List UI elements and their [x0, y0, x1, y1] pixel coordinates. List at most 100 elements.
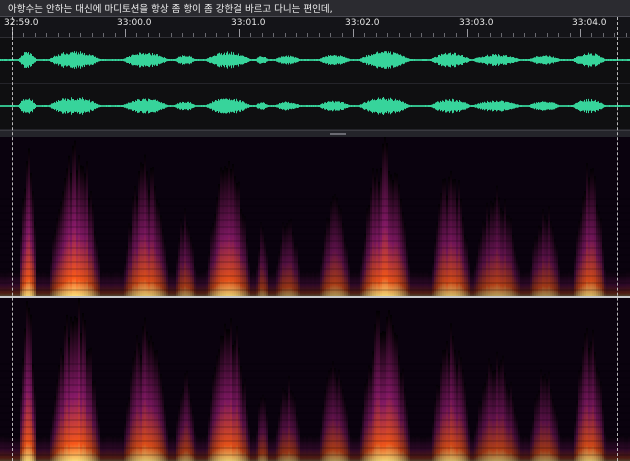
spectrogram-column: [454, 349, 456, 461]
spectrogram-column: [214, 367, 216, 461]
spectrogram-column: [320, 261, 322, 296]
spectrogram-column: [124, 261, 126, 296]
spectrogram-column: [448, 353, 450, 461]
spectrogram-column: [396, 334, 398, 461]
spectrogram-column: [510, 218, 512, 296]
spectrogram-column: [582, 196, 584, 296]
ruler-major-tick: [467, 29, 468, 37]
spectrogram-column: [602, 244, 604, 296]
spectrogram-column: [188, 383, 190, 461]
spectrogram-column: [534, 236, 536, 296]
spectrogram-column: [438, 204, 440, 296]
spectrogram-column: [388, 310, 390, 461]
spectrogram-column: [284, 390, 286, 461]
spectrogram-column: [376, 310, 378, 461]
spectrogram-column: [232, 344, 234, 461]
spectrogram-column: [230, 318, 232, 461]
spectrogram-column: [376, 168, 378, 296]
spectrogram-column: [336, 197, 338, 296]
spectrogram-column: [334, 368, 336, 461]
spectrogram-column: [522, 271, 524, 296]
spectrogram-column: [370, 368, 372, 461]
ruler-minor-tick: [421, 33, 423, 37]
spectrogram-view[interactable]: [0, 137, 630, 461]
spectrogram-column: [280, 399, 282, 461]
ruler-minor-tick: [136, 33, 138, 37]
spectrogram-column: [262, 394, 264, 461]
spectrogram-column: [380, 332, 382, 461]
spectrogram-column: [332, 361, 334, 461]
ruler-major-tick: [353, 29, 354, 37]
spectrogram-column: [242, 384, 244, 461]
ruler-minor-tick: [80, 33, 82, 37]
spectrogram-column: [612, 436, 614, 461]
ruler-minor-tick: [625, 33, 627, 37]
spectrogram-column: [374, 177, 376, 296]
spectrogram-column: [494, 197, 496, 296]
spectrogram-column: [576, 400, 578, 461]
spectrogram-column: [234, 176, 236, 296]
spectrogram-column: [446, 195, 448, 296]
spectrogram-column: [438, 385, 440, 461]
spectrogram-column: [572, 436, 574, 461]
spectrogram-column: [148, 340, 150, 461]
spectrogram-column: [348, 260, 350, 296]
spectrogram-column: [264, 238, 266, 296]
spectrogram-column: [52, 235, 54, 296]
ruler-minor-tick: [204, 33, 206, 37]
spectrogram-column: [76, 317, 78, 461]
spectrogram-column: [614, 436, 616, 461]
spectrogram-column: [250, 436, 252, 461]
spectrogram-column: [288, 220, 290, 296]
spectrogram-column: [432, 261, 434, 296]
spectrogram-column: [96, 403, 98, 461]
ruler-minor-tick: [341, 33, 343, 37]
ruler-minor-tick: [159, 33, 161, 37]
spectrogram-column: [80, 333, 82, 461]
ruler-minor-tick: [478, 33, 480, 37]
spectrogram-column: [190, 237, 192, 296]
spectrogram-column: [130, 226, 132, 296]
spectrogram-column: [482, 220, 484, 296]
selection-start-marker[interactable]: [12, 17, 13, 461]
spectrogram-channel-right[interactable]: [0, 298, 630, 461]
spectrogram-column: [466, 402, 468, 461]
spectrogram-column: [360, 261, 362, 296]
spectrogram-column: [200, 436, 202, 461]
waveform-channel-left[interactable]: [0, 38, 630, 84]
ruler-label-3: 33:02.0: [345, 18, 380, 28]
spectrogram-column: [226, 168, 228, 296]
spectrogram-column: [260, 222, 262, 296]
spectrogram-column: [484, 382, 486, 461]
spectrogram-column: [102, 436, 104, 461]
spectrogram-column: [122, 436, 124, 461]
ruler-label-2: 33:01.0: [231, 18, 266, 28]
spectrogram-column: [514, 408, 516, 461]
spectrogram-left-graphic: [0, 137, 630, 296]
timeline-ruler[interactable]: 32:59.0 33:00.0 33:01.0 33:02.0 33:03.0 …: [0, 17, 630, 38]
waveform-channel-right[interactable]: [0, 84, 630, 130]
spectrogram-column: [298, 261, 300, 296]
spectrogram-column: [218, 184, 220, 296]
spectrogram-column: [62, 191, 64, 296]
drag-handle-icon[interactable]: [330, 133, 346, 135]
ruler-minor-tick: [410, 33, 411, 37]
spectrogram-column: [236, 183, 238, 296]
spectrogram-column: [422, 271, 424, 296]
ruler-minor-tick: [296, 33, 297, 37]
spectrogram-column: [136, 335, 138, 461]
spectrogram-column: [392, 179, 394, 296]
spectrogram-column: [16, 271, 18, 296]
spectrogram-column: [558, 262, 560, 296]
selection-end-marker[interactable]: [617, 17, 618, 461]
spectrogram-column: [60, 348, 62, 461]
spectrogram-column: [60, 201, 62, 296]
ruler-minor-tick: [535, 33, 537, 37]
spectrogram-column: [464, 234, 466, 296]
waveform-view[interactable]: [0, 38, 630, 130]
spectrogram-column: [178, 238, 180, 296]
spectrogram-column: [590, 168, 592, 296]
spectrogram-channel-left[interactable]: [0, 137, 630, 296]
spectrogram-column: [150, 335, 152, 461]
spectrogram-column: [138, 343, 140, 461]
